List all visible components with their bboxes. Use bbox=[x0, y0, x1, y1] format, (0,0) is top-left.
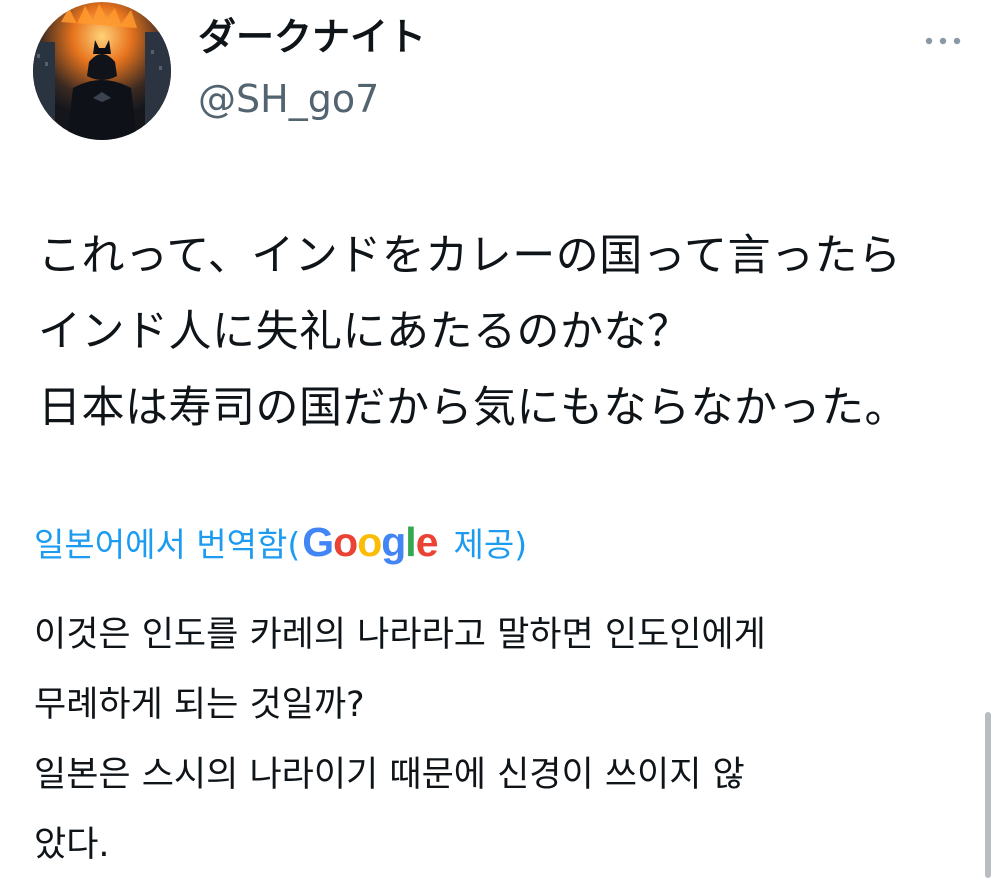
scrollbar[interactable] bbox=[985, 712, 991, 878]
translated-text-line: 이것은 인도를 카레의 나라라고 말하면 인도인에게 bbox=[34, 615, 766, 655]
translated-text-line: 일본은 스시의 나라이기 때문에 신경이 쓰이지 않 bbox=[34, 755, 745, 795]
translation-label: 일본어에서 번역함( bbox=[34, 525, 301, 564]
tweet-text-line: インド人に失礼にあたるのかな？ bbox=[38, 307, 691, 357]
author-handle[interactable]: @SH_go7 bbox=[198, 76, 379, 122]
more-dots-icon bbox=[925, 37, 961, 45]
translated-text-line: 았다. bbox=[34, 825, 110, 865]
tweet-text: これって、インドをカレーの国って言ったら インド人に失礼にあたるのかな？ 日本は… bbox=[38, 218, 978, 446]
batman-avatar-image bbox=[33, 2, 171, 140]
translation-attribution-link[interactable]: 일본어에서 번역함( Google 제공) bbox=[34, 512, 527, 572]
translated-text: 이것은 인도를 카레의 나라라고 말하면 인도인에게 무례하게 되는 것일까? … bbox=[34, 600, 984, 880]
tweet-text-line: 日本は寿司の国だから気にもならなかった。 bbox=[38, 383, 908, 433]
translated-text-line: 무례하게 되는 것일까? bbox=[34, 685, 365, 725]
author-display-name[interactable]: ダークナイト bbox=[198, 14, 426, 60]
tweet-text-line: これって、インドをカレーの国って言ったら bbox=[38, 231, 902, 281]
translation-suffix: 제공) bbox=[453, 525, 528, 564]
more-options-button[interactable] bbox=[918, 26, 968, 56]
avatar[interactable] bbox=[33, 2, 171, 140]
google-logo: Google bbox=[302, 518, 438, 565]
